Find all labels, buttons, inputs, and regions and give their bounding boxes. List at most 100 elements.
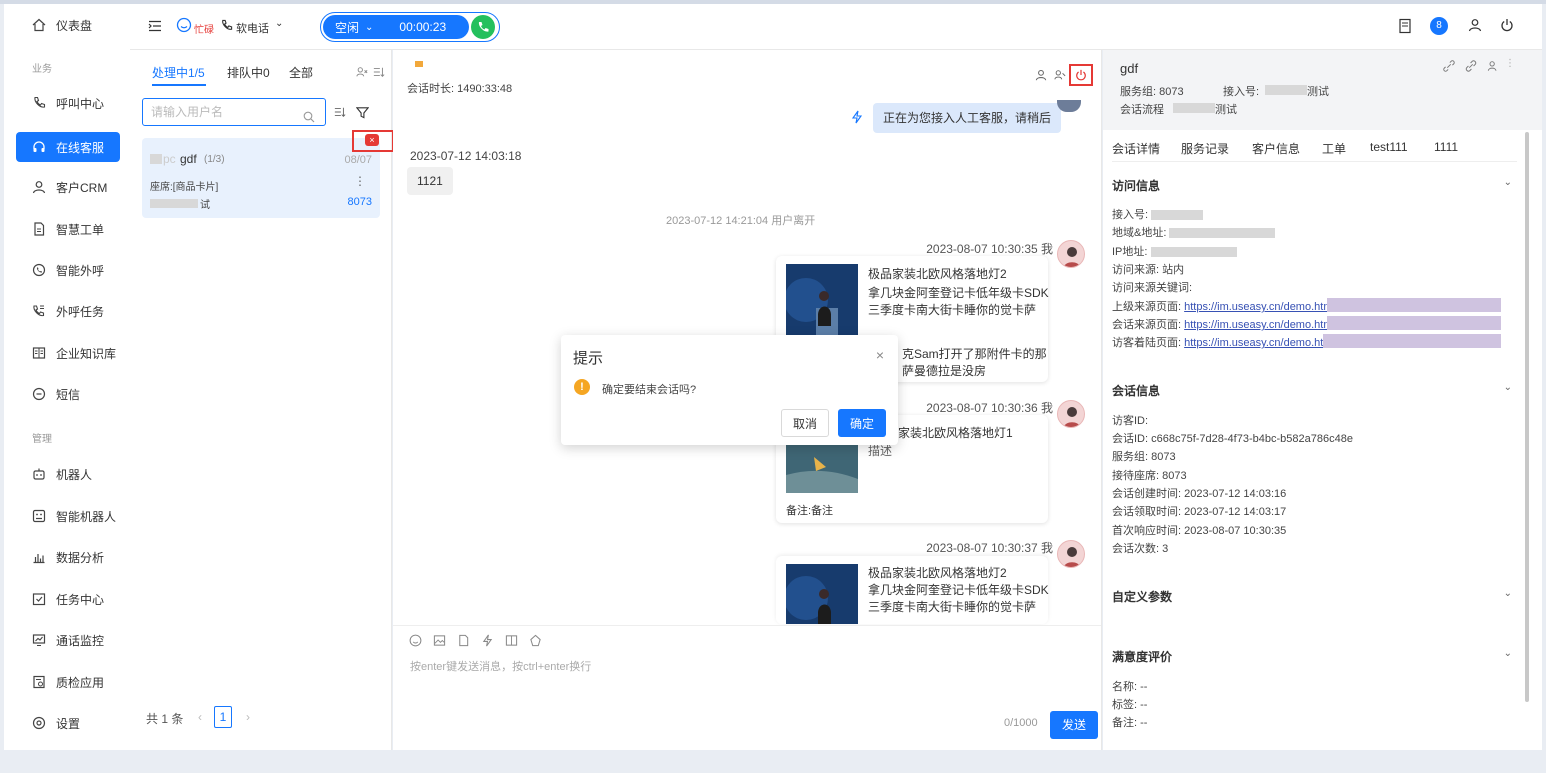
tab-test111[interactable]: test111 [1370,140,1408,154]
blurred-text [1150,247,1237,258]
tab-all[interactable]: 全部 [289,64,313,81]
prev-page-icon[interactable]: ‹ [198,710,202,724]
user-settings-icon[interactable] [1487,60,1499,75]
product-title: 极品家装北欧风格落地灯2 [868,566,1007,580]
landing-link[interactable]: https://im.useasy.cn/demo.htm [1184,337,1332,349]
cancel-button[interactable]: 取消 [781,409,829,437]
section-custom-params[interactable]: 自定义参数 [1112,588,1172,605]
chevron-down-icon[interactable]: ⌄ [1504,588,1512,599]
info-row: 首次响应时间: 2023-08-07 10:30:35 [1112,525,1287,537]
section-visit-info[interactable]: 访问信息 [1112,177,1160,194]
answer-call-button[interactable] [471,15,495,39]
end-session-power-icon[interactable] [1075,69,1087,84]
more-vertical-icon[interactable]: ⋮ [1505,58,1515,69]
robot-icon [32,467,46,481]
link-icon[interactable] [1465,60,1477,75]
image-icon[interactable] [433,634,446,650]
sidebar-item-quality[interactable]: 质检应用 [16,667,120,697]
sidebar-item-label: 在线客服 [56,140,105,155]
sidebar-item-smart-robot[interactable]: 智能机器人 [16,501,120,531]
busy-status-icon[interactable] [176,17,192,36]
tab-customer-info[interactable]: 客户信息 [1252,140,1300,157]
sidebar-item-label: 机器人 [56,467,93,482]
quick-reply-icon[interactable] [481,634,494,650]
dialog-title: 提示 [573,350,604,367]
sidebar-item-label: 客户CRM [56,180,108,195]
sidebar-item-call-monitor[interactable]: 通话监控 [16,625,120,655]
sidebar: 仪表盘 业务 呼叫中心 在线客服 客户CRM 智慧工单 智能外呼 外呼任务 企业… [4,4,130,750]
next-page-icon[interactable]: › [246,710,250,724]
sidebar-item-knowledge[interactable]: 企业知识库 [16,338,120,368]
sort-icon[interactable] [373,66,385,81]
transfer-icon[interactable] [1054,69,1066,84]
unlink-icon[interactable] [1443,60,1455,75]
sidebar-item-sms[interactable]: 短信 [16,379,120,409]
softphone-label[interactable]: 软电话 [236,20,269,36]
sidebar-item-outbound-task[interactable]: 外呼任务 [16,296,120,326]
chevron-down-icon[interactable]: ⌄ [1504,382,1512,393]
section-session-info[interactable]: 会话信息 [1112,382,1160,399]
sidebar-item-call-center[interactable]: 呼叫中心 [16,88,120,118]
robot-icon[interactable] [529,634,542,650]
scrollbar[interactable] [1525,132,1529,702]
notification-badge[interactable]: 8 [1430,17,1448,35]
sidebar-item-robot[interactable]: 机器人 [16,459,120,489]
section-satisfaction[interactable]: 满意度评价 [1112,648,1172,665]
filter-icon[interactable] [355,106,370,122]
message-input[interactable]: 按enter键发送消息，按ctrl+enter换行 [410,658,591,674]
tab-1111[interactable]: 1111 [1434,140,1458,154]
search-icon[interactable] [303,106,315,132]
sidebar-item-smart-outbound[interactable]: 智能外呼 [16,255,120,285]
file-icon[interactable] [457,634,470,650]
chevron-down-icon[interactable]: ⌄ [275,18,283,29]
busy-status-label[interactable]: 忙碌 [194,21,214,36]
sidebar-item-crm[interactable]: 客户CRM [16,172,120,202]
user-icon[interactable] [1468,18,1482,35]
referer-link[interactable]: https://im.useasy.cn/demo.htm [1184,301,1332,313]
confirm-button[interactable]: 确定 [838,409,886,437]
tab-queue[interactable]: 排队中0 [227,64,270,81]
knowledge-icon[interactable] [505,634,518,650]
list-sort-icon[interactable] [334,106,346,121]
tab-work-order[interactable]: 工单 [1322,140,1346,157]
tab-service-record[interactable]: 服务记录 [1181,140,1229,157]
sidebar-item-data-analysis[interactable]: 数据分析 [16,542,120,572]
sidebar-item-task-center[interactable]: 任务中心 [16,584,120,614]
origin-link[interactable]: https://im.useasy.cn/demo.htm [1184,319,1332,331]
menu-fold-icon[interactable] [148,19,162,36]
product-desc: 三季度卡南大街卡睡你的觉卡萨 [868,303,1037,317]
access-label: 接入号: [1223,86,1260,98]
chevron-down-icon[interactable]: ⌄ [1504,177,1512,188]
end-session-tag-icon[interactable]: × [365,134,379,146]
product-card[interactable]: 极品家装北欧风格落地灯2 拿几块金阿奎登记卡低年级卡SDK 三季度卡南大街卡睡你… [776,556,1049,624]
leave-notice: 2023-07-12 14:21:04 用户离开 [666,215,816,227]
info-label: IP地址: [1112,246,1148,258]
conversation-item[interactable]: pc gdf (1/3) 08/07 座席:[商品卡片] ⋮ 试 8073 [142,138,380,218]
close-icon[interactable]: × [876,347,884,363]
chevron-down-icon[interactable]: ⌄ [1504,648,1512,659]
sms-icon [32,387,46,401]
search-input[interactable]: 请输入用户名 [142,98,326,126]
agent-avatar [1057,540,1085,568]
sidebar-item-online-service[interactable]: 在线客服 [16,132,120,162]
sidebar-item-dashboard[interactable]: 仪表盘 [16,10,120,40]
transfer-users-icon[interactable] [356,66,368,81]
power-icon[interactable] [1500,18,1514,35]
sidebar-item-work-order[interactable]: 智慧工单 [16,214,120,244]
page-number[interactable]: 1 [214,706,232,728]
emoji-icon[interactable] [409,634,422,650]
product-desc: 拿几块金阿奎登记卡低年级卡SDK [868,583,1049,597]
agent-avatar [1057,400,1085,428]
more-vertical-icon[interactable]: ⋮ [354,174,366,188]
notes-icon[interactable] [1398,18,1412,37]
send-button[interactable]: 发送 [1050,711,1098,739]
tab-processing[interactable]: 处理中1/5 [152,64,205,81]
call-status-bar[interactable]: 空闲 ⌄ 00:00:23 [323,15,469,39]
tab-session-detail[interactable]: 会话详情 [1112,140,1160,157]
product-title: 极品家装北欧风格落地灯2 [868,267,1007,281]
sidebar-item-settings[interactable]: 设置 [16,708,120,738]
user-icon[interactable] [1035,69,1047,84]
chevron-down-icon[interactable]: ⌄ [365,22,373,33]
headset-icon [32,140,46,154]
call-status-label[interactable]: 空闲 [335,19,359,36]
